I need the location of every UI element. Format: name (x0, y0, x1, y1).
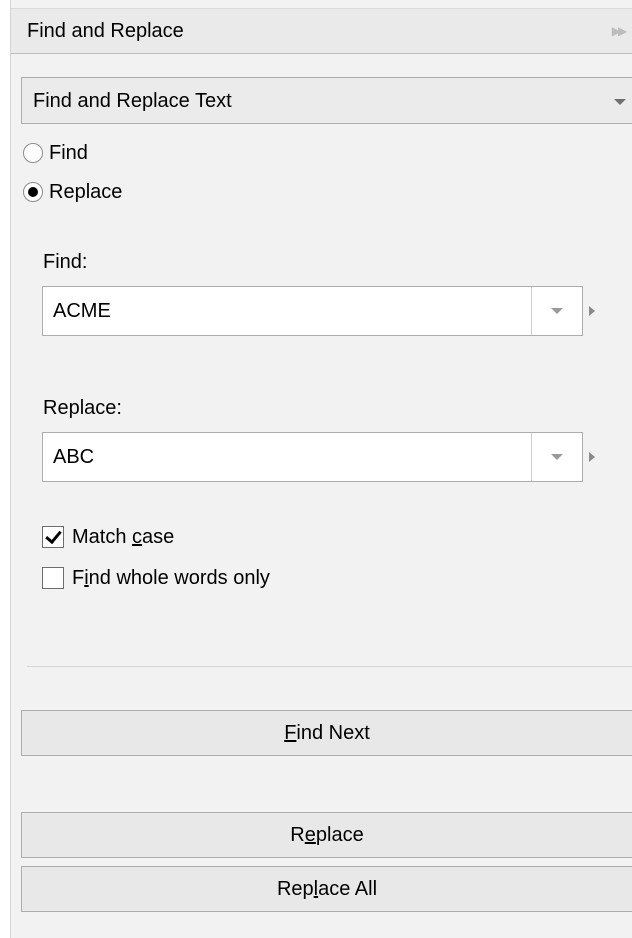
find-combo (42, 286, 583, 336)
replace-button[interactable]: Replace (21, 812, 632, 858)
docker-header: Find and Replace ▶▶ (11, 8, 632, 54)
replace-all-button[interactable]: Replace All (21, 866, 632, 912)
replace-accel-key: e (304, 824, 316, 846)
replace-input[interactable] (43, 433, 517, 481)
radio-replace[interactable]: Replace (23, 178, 122, 206)
radio-find-indicator[interactable] (23, 143, 43, 163)
replace-all-label-pre: Rep (276, 878, 314, 900)
radio-find-label: Find (49, 142, 88, 164)
replace-field-label: Replace: (43, 397, 122, 419)
double-chevron-right-icon[interactable]: ▶▶ (609, 21, 627, 41)
find-replace-docker: Find and Replace ▶▶ Find and Replace Tex… (10, 0, 632, 938)
mode-select[interactable]: Find and Replace Text (21, 77, 632, 124)
match-case-accel-key: c (132, 526, 143, 548)
match-case-label-pre: Match (72, 526, 133, 548)
find-dropdown-button[interactable] (531, 287, 582, 335)
caret-right-icon[interactable] (589, 306, 595, 316)
caret-down-icon (614, 99, 626, 105)
whole-words-label: Find whole words only (72, 566, 270, 590)
find-next-label-post: ind Next (296, 722, 370, 744)
match-case-label: Match case (72, 525, 174, 549)
whole-words-box[interactable] (42, 567, 64, 589)
find-next-accel-key: F (284, 722, 297, 744)
find-field-label: Find: (43, 251, 88, 273)
replace-dropdown-button[interactable] (531, 433, 582, 481)
whole-words-label-post: nd whole words only (88, 567, 270, 589)
match-case-label-post: ase (142, 526, 175, 548)
match-case-checkbox[interactable]: Match case (42, 523, 174, 551)
replace-label-pre: R (290, 824, 305, 846)
radio-replace-label: Replace (49, 181, 123, 203)
replace-label-post: place (315, 824, 364, 846)
docker-title: Find and Replace (27, 20, 184, 42)
radio-find[interactable]: Find (23, 139, 88, 167)
divider (27, 666, 632, 667)
caret-down-icon (551, 308, 563, 314)
whole-words-checkbox[interactable]: Find whole words only (42, 564, 270, 592)
caret-right-icon[interactable] (589, 452, 595, 462)
mode-select-value: Find and Replace Text (33, 90, 232, 112)
match-case-box[interactable] (42, 526, 64, 548)
radio-replace-indicator[interactable] (23, 182, 43, 202)
whole-words-label-pre: F (72, 567, 85, 589)
replace-all-label-post: ace All (318, 878, 378, 900)
caret-down-icon (551, 454, 563, 460)
find-next-button[interactable]: Find Next (21, 710, 632, 756)
find-input[interactable] (43, 287, 517, 335)
replace-combo (42, 432, 583, 482)
